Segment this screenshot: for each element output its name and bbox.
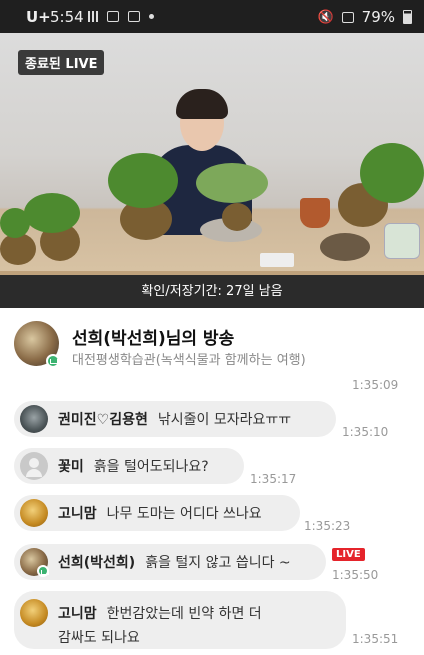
chat-list[interactable]: 1:35:09 권미진♡김용현 낚시줄이 모자라요ㅠㅠ 1:35:10 꽃미 흙…: [0, 378, 424, 655]
message-timestamp: 1:35:09: [352, 378, 399, 392]
message-author: 고니맘: [58, 506, 97, 522]
plant-leaves-image: [108, 153, 178, 208]
mute-icon: 🔇: [317, 9, 334, 25]
user-avatar[interactable]: [20, 599, 48, 627]
message-timestamp: 1:35:23: [304, 519, 351, 533]
moss-ball-image: [222, 203, 252, 231]
user-avatar[interactable]: [20, 405, 48, 433]
glass-jar-image: [384, 223, 420, 259]
wifi-lte-icon: [341, 11, 354, 23]
broadcast-title: 선희(박선희)님의 방송: [72, 329, 235, 349]
default-user-avatar-icon[interactable]: [20, 452, 48, 480]
video-player[interactable]: 종료된 LIVE: [0, 33, 424, 275]
system-icons: 🔇 79%: [317, 8, 412, 26]
retention-caption: 확인/저장기간: 27일 남음: [0, 275, 424, 308]
broadcast-subtitle: 대전평생학습관(녹색식물과 함께하는 여행): [72, 353, 306, 368]
ended-live-badge: 종료된 LIVE: [18, 50, 105, 75]
plant-leaves-image: [196, 163, 268, 203]
message-timestamp: 1:35:17: [250, 472, 297, 486]
name-card-image: [260, 253, 294, 267]
message-timestamp: 1:35:10: [342, 425, 389, 439]
message-text: 낚시줄이 모자라요ㅠㅠ: [157, 412, 292, 428]
host-badge-icon: [37, 565, 49, 577]
message-author: 고니맘: [58, 606, 97, 622]
message-author: 선희(박선희): [58, 555, 136, 571]
message-timestamp: 1:35:51: [352, 632, 399, 646]
gallery-icon: [107, 11, 119, 22]
message-text: 나무 도마는 어디다 쓰나요: [106, 506, 262, 522]
pot-image: [300, 198, 330, 228]
broadcast-header: 선희(박선희)님의 방송 대전평생학습관(녹색식물과 함께하는 여행): [0, 308, 424, 384]
message-text: 한번감았는데 빈약 하면 더: [106, 606, 262, 622]
host-badge-icon: [46, 354, 60, 368]
moss-ball-image: [0, 233, 36, 265]
notification-icons: [88, 11, 154, 22]
message-author: 권미진♡김용현: [58, 412, 148, 428]
chat-message-host: 선희(박선희) 흙을 털지 않고 씁니다 ~: [14, 544, 326, 580]
plant-leaves-image: [360, 143, 424, 203]
user-avatar[interactable]: [20, 499, 48, 527]
cloud-icon: [128, 11, 140, 22]
message-timestamp: 1:35:50: [332, 568, 379, 582]
signal-notification-icon: [88, 11, 98, 22]
chat-message: 고니맘 나무 도마는 어디다 쓰나요: [14, 495, 300, 531]
more-dot-icon: [149, 14, 154, 19]
chat-message: 권미진♡김용현 낚시줄이 모자라요ㅠㅠ: [14, 401, 336, 437]
battery-percentage: 79%: [361, 8, 395, 26]
message-author: 꽃미: [58, 459, 84, 475]
carrier-label: U+: [26, 8, 51, 26]
chat-message: 꽃미 흙을 털어도되나요?: [14, 448, 244, 484]
moss-ball-image: [320, 233, 370, 261]
message-text-continued: 감싸도 되나요: [58, 630, 140, 646]
live-badge: LIVE: [332, 548, 365, 561]
plant-leaves-image: [24, 193, 80, 233]
message-text: 흙을 털어도되나요?: [93, 459, 209, 475]
status-bar: U+ 5:54 🔇 79%: [0, 0, 424, 33]
plant-leaves-image: [0, 208, 30, 238]
chat-message: 고니맘 한번감았는데 빈약 하면 더 감싸도 되나요: [14, 591, 346, 649]
message-text: 흙을 털지 않고 씁니다 ~: [145, 555, 291, 571]
clock: 5:54: [50, 8, 84, 26]
battery-icon: [403, 10, 412, 24]
